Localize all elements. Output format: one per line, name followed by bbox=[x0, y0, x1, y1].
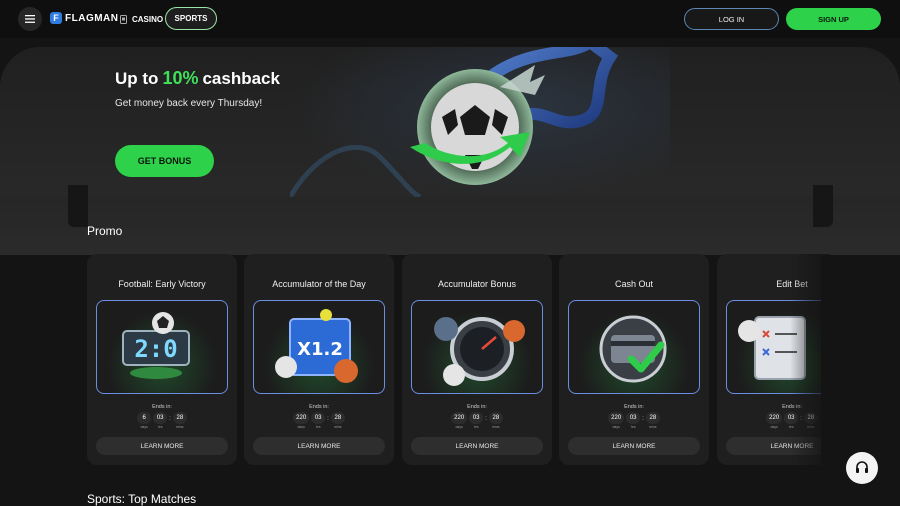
timer-hours: 03 bbox=[626, 412, 641, 424]
hamburger-icon[interactable] bbox=[18, 7, 42, 31]
promo-card[interactable]: Cash Out Ends in: 220 days 03 hrs : 28 mins… bbox=[559, 254, 709, 465]
countdown-timer: 220days 03hrs : 28mins bbox=[244, 412, 394, 429]
countdown-timer: 6 days 03 hrs : 28 mins bbox=[87, 412, 237, 429]
top-matches-title: Sports: Top Matches bbox=[87, 492, 197, 506]
promo-card[interactable]: Accumulator Bonus Ends in: 220 days 03 hrs… bbox=[402, 254, 552, 465]
timer-hours-label: hrs bbox=[473, 425, 479, 429]
svg-text:X1.2: X1.2 bbox=[297, 339, 343, 360]
carousel-fade bbox=[790, 254, 830, 466]
promo-card-image bbox=[568, 300, 700, 394]
svg-text:2:0: 2:0 bbox=[134, 335, 177, 363]
ends-in-label: Ends in: bbox=[467, 404, 487, 410]
countdown-timer: 220days 03hrs : 28mins bbox=[402, 412, 552, 429]
logo-text: FLAGMAN bbox=[65, 12, 119, 24]
timer-days-label: days bbox=[297, 425, 305, 429]
learn-more-button[interactable]: LEARN MORE bbox=[568, 437, 700, 455]
promo-card-image: X1.2 bbox=[253, 300, 385, 394]
timer-mins: 28 bbox=[645, 412, 660, 424]
hero-subtitle: Get money back every Thursday! bbox=[115, 98, 263, 109]
login-button[interactable]: LOG IN bbox=[684, 8, 779, 30]
hero-floor bbox=[0, 197, 900, 255]
promo-section-title: Promo bbox=[87, 224, 123, 238]
learn-more-button[interactable]: LEARN MORE bbox=[411, 437, 543, 455]
timer-days: 220 bbox=[608, 412, 625, 424]
promo-card-title: Football: Early Victory bbox=[118, 279, 206, 289]
timer-separator: : bbox=[485, 415, 487, 422]
promo-cards: Football: Early Victory 2:0 Ends in: 6 da… bbox=[87, 254, 821, 466]
ends-in-label: Ends in: bbox=[152, 404, 172, 410]
promo-card-title: Cash Out bbox=[614, 279, 654, 289]
top-header: F FLAGMAN CASINO SPORTS LOG IN SIGN UP bbox=[0, 0, 900, 38]
timer-hours-label: hrs bbox=[315, 425, 321, 429]
hero-title-prefix: Up to bbox=[115, 69, 159, 88]
timer-separator: : bbox=[642, 415, 644, 422]
timer-days: 220 bbox=[451, 412, 468, 424]
hero-title-suffix: cashback bbox=[202, 69, 280, 88]
card-check-icon bbox=[599, 315, 667, 383]
nav-casino[interactable]: CASINO bbox=[114, 8, 169, 30]
hero-edge-right bbox=[813, 185, 833, 227]
timer-mins-label: mins bbox=[492, 425, 500, 429]
timer-days-label: days bbox=[770, 425, 778, 429]
timer-mins-label: mins bbox=[334, 425, 342, 429]
nav-sports[interactable]: SPORTS bbox=[165, 7, 217, 30]
speedometer-icon bbox=[434, 317, 525, 386]
hero-title: Up to 10% cashback bbox=[115, 68, 280, 89]
timer-mins-label: mins bbox=[176, 425, 184, 429]
timer-hours: 03 bbox=[469, 412, 484, 424]
timer-days-label: days bbox=[455, 425, 463, 429]
timer-days: 220 bbox=[293, 412, 310, 424]
promo-card[interactable]: Football: Early Victory 2:0 Ends in: 6 da… bbox=[87, 254, 237, 465]
learn-more-button[interactable]: LEARN MORE bbox=[253, 437, 385, 455]
timer-days: 220 bbox=[766, 412, 783, 424]
headset-icon[interactable] bbox=[846, 452, 878, 484]
signup-button[interactable]: SIGN UP bbox=[786, 8, 881, 30]
logo[interactable]: F FLAGMAN bbox=[50, 12, 119, 24]
timer-days: 6 bbox=[137, 412, 152, 424]
scoreboard-icon: 2:0 bbox=[122, 312, 190, 379]
nav-sports-label: SPORTS bbox=[174, 14, 208, 23]
hero-edge-left bbox=[68, 185, 88, 227]
promo-card-title: Accumulator of the Day bbox=[272, 279, 366, 289]
timer-mins: 28 bbox=[172, 412, 187, 424]
timer-days-label: days bbox=[612, 425, 620, 429]
timer-hours-label: hrs bbox=[630, 425, 636, 429]
calendar-odds-icon: X1.2 bbox=[275, 309, 358, 383]
cashback-ball-icon bbox=[290, 47, 619, 197]
promo-card-title: Accumulator Bonus bbox=[437, 279, 517, 289]
promo-card[interactable]: Accumulator of the Day X1.2 Ends in: 220… bbox=[244, 254, 394, 465]
timer-days-label: days bbox=[140, 425, 148, 429]
casino-icon bbox=[120, 14, 127, 24]
timer-hours: 03 bbox=[311, 412, 326, 424]
timer-hours-label: hrs bbox=[157, 425, 163, 429]
promo-card-image: 2:0 bbox=[96, 300, 228, 394]
nav-casino-label: CASINO bbox=[132, 14, 164, 24]
timer-mins: 28 bbox=[488, 412, 503, 424]
get-bonus-button[interactable]: GET BONUS bbox=[115, 145, 214, 177]
countdown-timer: 220days 03hrs : 28mins bbox=[559, 412, 709, 429]
ends-in-label: Ends in: bbox=[624, 404, 644, 410]
timer-hours: 03 bbox=[153, 412, 168, 424]
ends-in-label: Ends in: bbox=[309, 404, 329, 410]
learn-more-button[interactable]: LEARN MORE bbox=[96, 437, 228, 455]
timer-separator: : bbox=[169, 415, 171, 422]
timer-mins-label: mins bbox=[649, 425, 657, 429]
flagman-logo-icon: F bbox=[50, 12, 62, 24]
promo-card-image bbox=[411, 300, 543, 394]
timer-mins: 28 bbox=[330, 412, 345, 424]
hero-title-percent: 10% bbox=[162, 68, 199, 88]
timer-separator: : bbox=[327, 415, 329, 422]
